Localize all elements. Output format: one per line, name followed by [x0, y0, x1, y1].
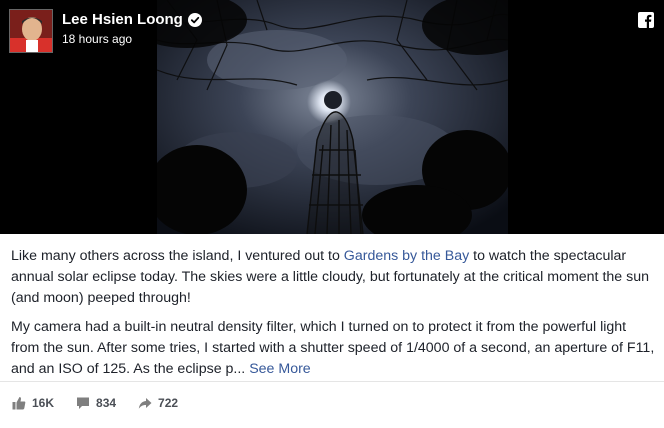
- comment-count-value: 834: [96, 396, 117, 410]
- comment-bubble-icon: [77, 397, 90, 409]
- eclipse-photo[interactable]: [157, 0, 508, 234]
- post-paragraph-2: My camera had a built-in neutral density…: [11, 317, 656, 380]
- see-more-link[interactable]: See More: [249, 361, 311, 377]
- comment-count[interactable]: 834: [76, 396, 116, 410]
- engagement-bar: 16K 834 722: [12, 396, 200, 410]
- author-name[interactable]: Lee Hsien Loong: [62, 11, 183, 29]
- post-media[interactable]: Lee Hsien Loong 18 hours ago: [0, 0, 664, 234]
- gardens-by-the-bay-link[interactable]: Gardens by the Bay: [344, 248, 469, 264]
- paragraph-1-text-before: Like many others across the island, I ve…: [11, 248, 344, 264]
- share-count[interactable]: 722: [138, 396, 178, 410]
- verified-badge-icon: [187, 13, 202, 27]
- share-count-value: 722: [158, 396, 179, 410]
- like-count-value: 16K: [32, 396, 55, 410]
- post-timestamp[interactable]: 18 hours ago: [62, 31, 202, 47]
- divider: [0, 381, 664, 382]
- post-body: Like many others across the island, I ve…: [11, 246, 656, 388]
- thumbs-up-icon: [12, 397, 26, 410]
- author-row: Lee Hsien Loong: [62, 11, 202, 29]
- paragraph-2-text: My camera had a built-in neutral density…: [11, 319, 655, 377]
- post-header: Lee Hsien Loong 18 hours ago: [9, 9, 202, 53]
- share-arrow-icon: [138, 398, 152, 409]
- like-count[interactable]: 16K: [12, 396, 54, 410]
- author-info: Lee Hsien Loong 18 hours ago: [62, 11, 202, 47]
- post-paragraph-1: Like many others across the island, I ve…: [11, 246, 656, 309]
- facebook-logo-icon[interactable]: [638, 12, 654, 28]
- avatar[interactable]: [9, 9, 53, 53]
